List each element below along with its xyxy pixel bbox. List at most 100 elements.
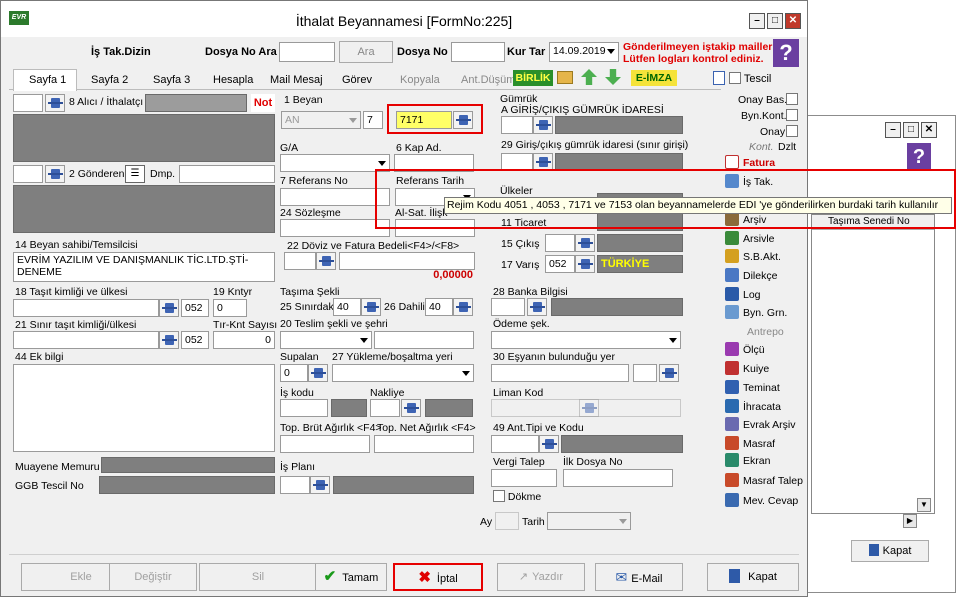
- teslim-select[interactable]: [280, 331, 372, 349]
- tab-mail-mesaj[interactable]: Mail Mesaj: [270, 72, 323, 88]
- kuiye-button[interactable]: Kuiye: [725, 360, 769, 378]
- list-icon[interactable]: ☰: [125, 165, 145, 183]
- tab-ant-dusum[interactable]: Ant.Düşüm: [461, 72, 515, 88]
- beyan-sahibi-field[interactable]: EVRİM YAZILIM VE DANIŞMANLIK TİC.LTD.ŞTİ…: [13, 252, 275, 282]
- gumruk-lookup-button[interactable]: [533, 116, 553, 134]
- evrak-arsiv-button[interactable]: Evrak Arşiv: [725, 416, 796, 434]
- scroll-right-icon[interactable]: ▶: [903, 514, 917, 528]
- close-button[interactable]: ✕: [785, 13, 801, 29]
- tamam-button[interactable]: ✔ Tamam: [315, 563, 387, 591]
- referans-no-input[interactable]: [280, 188, 390, 206]
- ant-tipi-lookup-button[interactable]: [539, 435, 559, 453]
- is-tak-dizin-label[interactable]: İş Tak.Dizin: [91, 46, 151, 59]
- esya-code-input[interactable]: [633, 364, 657, 382]
- grid-area[interactable]: Taşıma Senedi No: [811, 214, 935, 514]
- yazdir-button[interactable]: ↗ Yazdır: [497, 563, 585, 591]
- dahili-input[interactable]: 40: [425, 298, 453, 316]
- dahili-lookup-button[interactable]: [453, 298, 473, 316]
- yukleme-select[interactable]: [332, 364, 474, 382]
- sozlesme-input[interactable]: [280, 219, 390, 237]
- cikis-lookup-button[interactable]: [575, 234, 595, 252]
- kapat-button[interactable]: Kapat: [707, 563, 799, 591]
- arsivle-button[interactable]: Arsivle: [725, 230, 775, 248]
- tir-knt-input[interactable]: 0: [213, 331, 275, 349]
- sinir-tasit-lookup-button[interactable]: [159, 331, 179, 349]
- dmp-input[interactable]: [179, 165, 275, 183]
- help-icon[interactable]: ?: [773, 39, 799, 67]
- e-imza-button[interactable]: E-İMZA: [631, 70, 677, 86]
- dosya-no-input[interactable]: [451, 42, 505, 62]
- ihracata-button[interactable]: İhracata: [725, 398, 781, 416]
- teslim-sehir-input[interactable]: [374, 331, 474, 349]
- beyan-num-input[interactable]: 7: [363, 111, 383, 129]
- doviz-code-input[interactable]: [284, 252, 316, 270]
- tasit-code[interactable]: 052: [181, 299, 209, 317]
- tab-gorev[interactable]: Görev: [342, 72, 372, 88]
- doviz-amount-input[interactable]: [339, 252, 475, 270]
- tescil-checkbox[interactable]: Tescil: [729, 72, 771, 85]
- sinirdaki-lookup-button[interactable]: [361, 298, 381, 316]
- masraf-button[interactable]: Masraf: [725, 435, 775, 453]
- email-button[interactable]: ✉ E-Mail: [595, 563, 683, 591]
- olcu-button[interactable]: Ölçü: [725, 341, 765, 359]
- esya-input[interactable]: [491, 364, 629, 382]
- supalan-input[interactable]: 0: [280, 364, 308, 382]
- tescil-check[interactable]: [729, 72, 741, 84]
- varis-lookup-button[interactable]: [575, 255, 595, 273]
- varis-code-input[interactable]: 052: [545, 255, 575, 273]
- gumruk-code-input[interactable]: [501, 116, 533, 134]
- banka-code-input[interactable]: [491, 298, 525, 316]
- ant-tipi-input[interactable]: [491, 435, 539, 453]
- mev-cevap-button[interactable]: Mev. Cevap: [725, 492, 798, 510]
- gonderen-lookup-button[interactable]: [45, 165, 65, 183]
- cikis-code-input[interactable]: [545, 234, 575, 252]
- supalan-lookup-button[interactable]: [308, 364, 328, 382]
- alici-lookup-button[interactable]: [45, 94, 65, 112]
- birlik-button[interactable]: BİRLİK: [513, 70, 553, 86]
- sinir-tasit-code[interactable]: 052: [181, 331, 209, 349]
- nakliye-input[interactable]: [370, 399, 400, 417]
- antrepo-button[interactable]: Antrepo: [725, 323, 784, 341]
- top-brut-input[interactable]: [280, 435, 370, 453]
- beyan-type-select[interactable]: AN: [281, 111, 361, 129]
- banka-lookup-button[interactable]: [527, 298, 547, 316]
- tab-sayfa-3[interactable]: Sayfa 3: [153, 72, 190, 88]
- minimize-button[interactable]: –: [749, 13, 765, 29]
- byn-grn-button[interactable]: Byn. Grn.: [725, 304, 787, 322]
- teminat-button[interactable]: Teminat: [725, 379, 780, 397]
- upload-arrow-icon[interactable]: [581, 69, 597, 85]
- top-net-input[interactable]: [374, 435, 474, 453]
- gonderen-small-input[interactable]: [13, 165, 43, 183]
- second-kapat-button[interactable]: Kapat: [851, 540, 929, 562]
- ekran-button[interactable]: Ekran: [725, 452, 770, 470]
- dokme-checkbox[interactable]: Dökme: [493, 490, 541, 503]
- is-kodu-input[interactable]: [280, 399, 328, 417]
- scroll-down-icon[interactable]: ▼: [917, 498, 931, 512]
- tab-sayfa-1[interactable]: Sayfa 1: [29, 72, 66, 88]
- minimize-button[interactable]: –: [885, 122, 901, 138]
- not-badge[interactable]: Not: [251, 94, 275, 112]
- tab-hesapla[interactable]: Hesapla: [213, 72, 253, 88]
- sb-akt-button[interactable]: S.B.Akt.: [725, 248, 781, 266]
- ga-select[interactable]: [280, 154, 390, 172]
- liman-lookup-button[interactable]: [579, 399, 599, 417]
- close-button[interactable]: ✕: [921, 122, 937, 138]
- log-button[interactable]: Log: [725, 286, 761, 304]
- tab-kopyala[interactable]: Kopyala: [400, 72, 440, 88]
- rejim-kodu-input[interactable]: 7171: [396, 111, 452, 129]
- vergi-talep-input[interactable]: [491, 469, 557, 487]
- iptal-button[interactable]: ✖ İptal: [393, 563, 483, 591]
- is-plani-lookup-button[interactable]: [310, 476, 330, 494]
- ek-bilgi-textarea[interactable]: [13, 364, 275, 452]
- onay-checkbox[interactable]: [786, 125, 798, 138]
- rejim-lookup-button[interactable]: [453, 111, 473, 129]
- help-icon[interactable]: ?: [907, 143, 931, 171]
- download-arrow-icon[interactable]: [605, 69, 621, 85]
- masraf-talep-button[interactable]: Masraf Talep: [725, 472, 803, 490]
- dosya-no-ara-input[interactable]: [279, 42, 335, 62]
- kntyr-input[interactable]: 0: [213, 299, 247, 317]
- sinir-tasit-input[interactable]: [13, 331, 159, 349]
- sil-button[interactable]: Sil: [199, 563, 317, 591]
- folder-open-icon[interactable]: [557, 71, 573, 84]
- tarih-select[interactable]: [547, 512, 631, 530]
